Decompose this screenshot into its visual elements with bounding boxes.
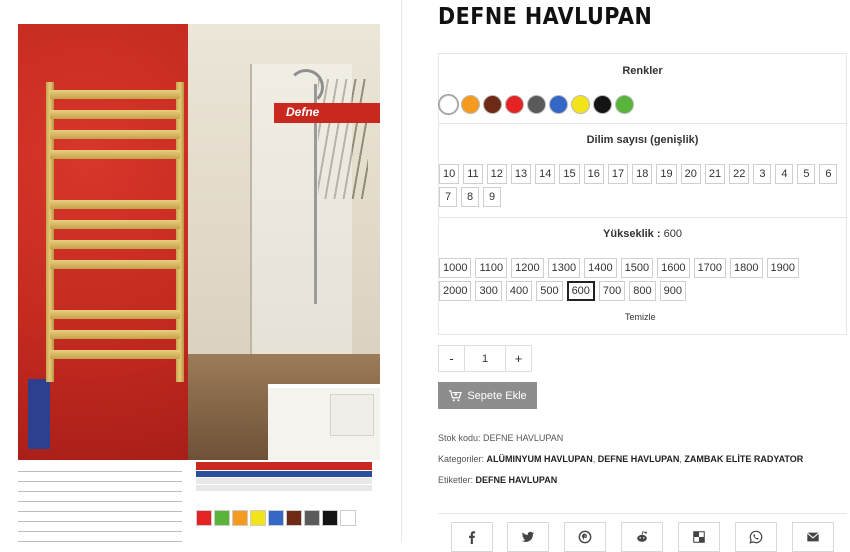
slice-option[interactable]: 5 <box>797 164 816 184</box>
share-facebook-button[interactable] <box>451 522 493 552</box>
share-divider <box>438 513 847 514</box>
tags-line: Etiketler: DEFNE HAVLUPAN <box>438 475 557 485</box>
color-options <box>439 95 634 114</box>
color-option[interactable] <box>505 95 524 114</box>
add-to-cart-label: Sepete Ekle <box>467 389 527 402</box>
height-heading: Yükseklik : 600 <box>603 228 682 240</box>
height-option[interactable]: 700 <box>598 281 626 301</box>
variation-options: Renkler Dilim sayısı (genişlik) 10 11 12 13… <box>438 53 847 335</box>
color-option[interactable] <box>615 95 634 114</box>
slice-option[interactable]: 3 <box>753 164 772 184</box>
height-option[interactable]: 300 <box>475 281 502 301</box>
slice-option[interactable]: 16 <box>583 164 604 184</box>
height-option[interactable]: 1700 <box>693 258 727 278</box>
color-option[interactable] <box>439 95 458 114</box>
height-option[interactable]: 900 <box>659 281 686 301</box>
height-option[interactable]: 1300 <box>547 258 581 278</box>
category-link[interactable]: ZAMBAK ELİTE RADYATOR <box>684 454 803 464</box>
clear-selection-link[interactable]: Temizle <box>625 312 656 322</box>
sku-label: Stok kodu: <box>438 433 481 443</box>
slice-option[interactable]: 10 <box>439 164 460 184</box>
quantity-stepper: - 1 + <box>438 345 532 372</box>
height-option[interactable]: 1100 <box>475 258 508 278</box>
slice-option[interactable]: 12 <box>486 164 507 184</box>
share-twitter-button[interactable] <box>507 522 549 552</box>
color-option[interactable] <box>571 95 590 114</box>
slice-option[interactable]: 8 <box>461 187 479 207</box>
categories-label: Kategoriler: <box>438 454 485 464</box>
height-option[interactable]: 1200 <box>511 258 544 278</box>
slice-option[interactable]: 22 <box>729 164 750 184</box>
height-option[interactable]: 1600 <box>657 258 690 278</box>
slice-option[interactable]: 21 <box>704 164 726 184</box>
slice-option[interactable]: 6 <box>819 164 838 184</box>
category-link[interactable]: ALÜMINYUM HAVLUPAN <box>487 454 593 464</box>
color-option[interactable] <box>527 95 546 114</box>
slice-option[interactable]: 14 <box>535 164 556 184</box>
color-swatches-graphic <box>196 510 356 526</box>
color-option[interactable] <box>461 95 480 114</box>
slice-options: 10 11 12 13 14 15 16 17 18 19 20 21 22 3 4 5 6 7 8 9 <box>439 164 839 207</box>
category-link[interactable]: DEFNE HAVLUPAN <box>598 454 680 464</box>
increase-quantity-button[interactable]: + <box>505 345 532 372</box>
color-option[interactable] <box>549 95 568 114</box>
sku-value: DEFNE HAVLUPAN <box>483 433 564 443</box>
slice-option[interactable]: 19 <box>656 164 677 184</box>
height-heading-label: Yükseklik <box>603 228 654 240</box>
share-pinterest-button[interactable] <box>564 522 606 552</box>
colors-heading: Renkler <box>622 65 663 77</box>
height-option[interactable]: 1900 <box>766 258 800 278</box>
height-option[interactable]: 800 <box>629 281 656 301</box>
share-delicious-button[interactable] <box>678 522 720 552</box>
slice-option[interactable]: 7 <box>439 187 457 207</box>
height-selected-value: 600 <box>663 228 682 240</box>
decrease-quantity-button[interactable]: - <box>438 345 465 372</box>
share-email-button[interactable] <box>792 522 834 552</box>
sku-line: Stok kodu: DEFNE HAVLUPAN <box>438 433 563 443</box>
spec-table-graphic <box>18 462 182 542</box>
column-divider <box>401 0 402 542</box>
slice-option[interactable]: 11 <box>463 164 483 184</box>
towel-radiator-graphic <box>46 82 184 382</box>
height-option[interactable]: 400 <box>505 281 533 301</box>
share-reddit-button[interactable] <box>621 522 663 552</box>
tags-label: Etiketler: <box>438 475 474 485</box>
color-option[interactable] <box>593 95 612 114</box>
color-option[interactable] <box>483 95 502 114</box>
slice-option[interactable]: 17 <box>607 164 629 184</box>
height-option[interactable]: 500 <box>536 281 563 301</box>
height-option[interactable]: 1000 <box>439 258 472 278</box>
product-image[interactable]: Defne <box>10 22 382 542</box>
slices-heading: Dilim sayısı (genişlik) <box>586 134 699 146</box>
product-photo: Defne <box>18 24 380 460</box>
height-options: 1000 1100 1200 1300 1400 1500 1600 1700 1800 1900… <box>439 258 829 301</box>
add-to-cart-button[interactable]: Sepete Ekle <box>438 382 537 409</box>
slice-option[interactable]: 4 <box>775 164 794 184</box>
slice-option[interactable]: 15 <box>559 164 580 184</box>
height-option[interactable]: 1800 <box>730 258 763 278</box>
height-option[interactable]: 1400 <box>584 258 617 278</box>
brand-tag-text: Defne <box>286 105 320 119</box>
slice-option[interactable]: 9 <box>483 187 501 207</box>
categories-line: Kategoriler: ALÜMINYUM HAVLUPAN, DEFNE H… <box>438 454 804 464</box>
height-option[interactable]: 2000 <box>439 281 472 301</box>
product-title: DEFNE HAVLUPAN <box>438 4 653 30</box>
slice-option[interactable]: 13 <box>510 164 532 184</box>
brand-tag: Defne <box>274 103 380 123</box>
cart-icon <box>449 389 463 401</box>
share-whatsapp-button[interactable] <box>735 522 777 552</box>
output-table-graphic <box>196 462 372 502</box>
slice-option[interactable]: 20 <box>680 164 701 184</box>
height-option[interactable]: 600 <box>566 281 595 301</box>
height-option[interactable]: 1500 <box>620 258 654 278</box>
tag-link[interactable]: DEFNE HAVLUPAN <box>476 475 558 485</box>
quantity-input[interactable]: 1 <box>465 345 505 372</box>
slice-option[interactable]: 18 <box>632 164 653 184</box>
